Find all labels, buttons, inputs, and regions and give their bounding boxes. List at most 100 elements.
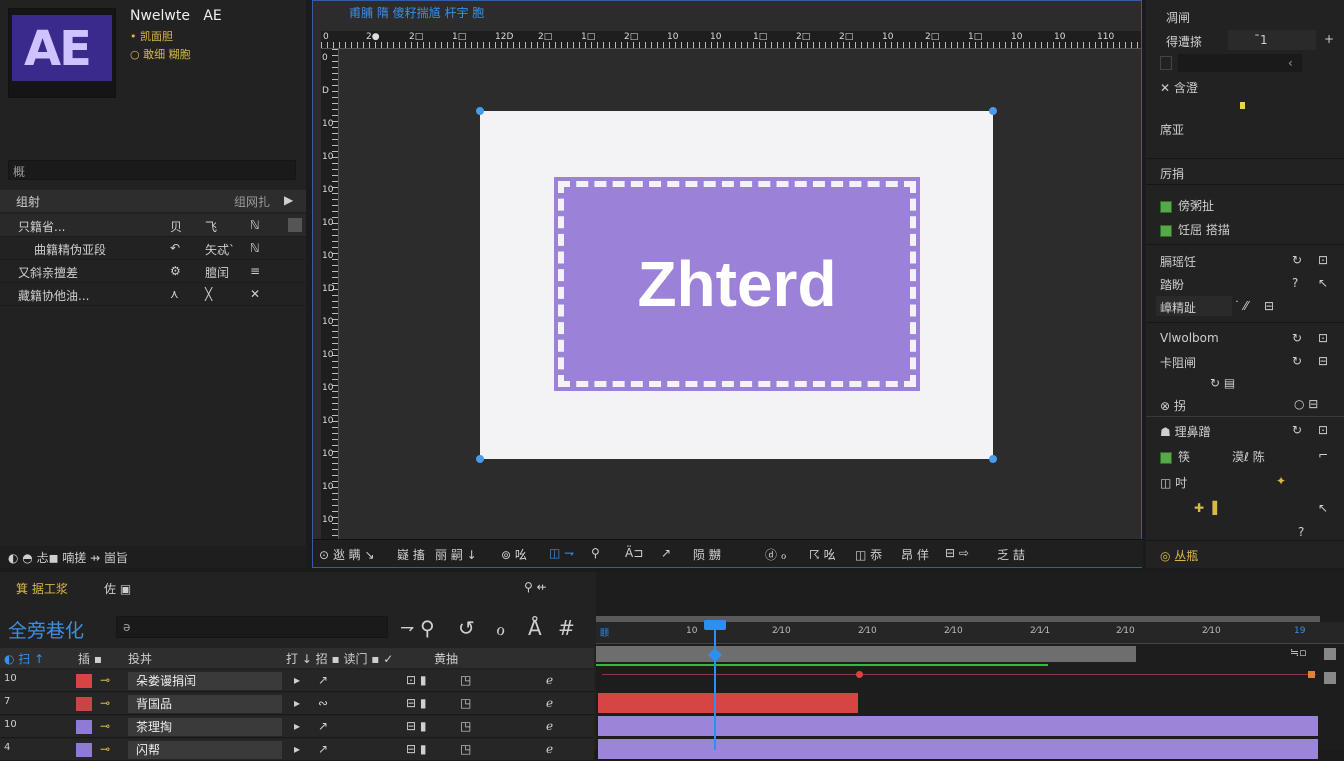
prop-checkbox-row[interactable]: 饪屈 搭描 bbox=[1146, 218, 1344, 240]
transform-handle[interactable] bbox=[989, 455, 997, 463]
tool-button[interactable]: ⚲ bbox=[591, 546, 600, 560]
prop-field[interactable]: 嶂精趾 bbox=[1156, 296, 1232, 316]
prop-row[interactable]: 筷 漠ℓ 陈 ⌐ bbox=[1146, 445, 1344, 467]
switch-icon[interactable]: ▸ bbox=[294, 673, 300, 687]
add-icon[interactable]: + bbox=[1324, 32, 1334, 46]
layer-color-label[interactable] bbox=[76, 743, 92, 757]
timeline-layer[interactable]: 10 ⊸ 朵娄谩捐闰 ▸ ↗ ⊡ ▮ ◳ ℯ bbox=[0, 670, 594, 692]
tool-button[interactable]: 昂 佯 bbox=[901, 546, 929, 563]
layer-name[interactable]: 茶理掏 bbox=[128, 718, 282, 736]
dropdown-icon[interactable]: ⇁ bbox=[400, 618, 414, 638]
timeline-menu-icon[interactable]: ⚲ ⇷ bbox=[524, 580, 547, 594]
composition-work-area[interactable] bbox=[596, 646, 1136, 662]
layer-color-label[interactable] bbox=[76, 697, 92, 711]
solo-icon[interactable]: ⊸ bbox=[100, 742, 110, 756]
composition-canvas[interactable]: Zhterd bbox=[476, 107, 997, 463]
layer-bar[interactable] bbox=[598, 693, 858, 713]
prop-row[interactable]: ⊗ 拐 ○ ⊟ bbox=[1146, 394, 1344, 416]
prop-row[interactable]: ✚ ▐ ↖ bbox=[1146, 498, 1344, 520]
playhead-line[interactable] bbox=[714, 622, 716, 750]
tool-button[interactable]: ↗ bbox=[661, 546, 671, 560]
tool-button[interactable]: ⊙ 逖 瞒 ↘ bbox=[319, 546, 375, 563]
solo-icon[interactable]: ⊸ bbox=[100, 719, 110, 733]
checkbox-checked[interactable] bbox=[1160, 451, 1172, 464]
parent-link-icon[interactable]: ℯ bbox=[546, 673, 553, 687]
project-item[interactable]: 藏籍协他油... ⋏ ╳ ✕ bbox=[0, 283, 306, 306]
playhead-handle[interactable] bbox=[704, 620, 726, 630]
timeline-title-icons[interactable]: 佐 ▣ bbox=[104, 580, 131, 597]
motion-blur-icon[interactable]: ↺ bbox=[458, 616, 475, 640]
tool-button[interactable]: ⊟ ⇨ bbox=[945, 546, 969, 560]
timeline-title[interactable]: 箕 据工浆 bbox=[16, 580, 68, 597]
project-item[interactable]: 曲籍精伪亚段 ↶ 矢忒` ℕ bbox=[0, 237, 306, 260]
add-keyframe-button[interactable]: ✚ ▐ bbox=[1194, 501, 1217, 515]
switch-icon[interactable]: ▸ bbox=[294, 719, 300, 733]
transform-handle[interactable] bbox=[476, 455, 484, 463]
parent-link-icon[interactable]: ℯ bbox=[546, 696, 553, 710]
keyframe[interactable] bbox=[856, 671, 863, 678]
scroll-up-button[interactable] bbox=[1324, 648, 1336, 660]
layer-name[interactable]: 朵娄谩捐闰 bbox=[128, 672, 282, 690]
composition-title[interactable]: 甫脯 隋 傻籽揣馗 杆宇 胞 bbox=[349, 4, 484, 21]
keyframe[interactable] bbox=[1308, 671, 1315, 678]
column-name-header[interactable]: 组射 bbox=[16, 193, 40, 210]
layer-bar[interactable] bbox=[598, 739, 1318, 759]
tool-button[interactable]: ⓓ ℴ bbox=[765, 546, 786, 563]
search-icon[interactable]: ⚲ bbox=[420, 616, 435, 640]
scroll-handle[interactable] bbox=[288, 218, 302, 232]
checkbox-checked[interactable] bbox=[1160, 224, 1172, 237]
prop-row[interactable]: 膈瑶饪 ↻ ⊡ bbox=[1146, 250, 1344, 272]
prop-checkbox-row[interactable]: 傍粥扯 bbox=[1146, 194, 1344, 216]
tool-button[interactable]: 嶷 搐 bbox=[397, 546, 425, 563]
canvas-text-layer[interactable]: Zhterd bbox=[564, 187, 910, 381]
prop-row[interactable]: 卡阻闸 ↻ ⊟ bbox=[1146, 351, 1344, 373]
transform-handle[interactable] bbox=[476, 107, 484, 115]
timeline-layer[interactable]: 10 ⊸ 茶理掏 ▸ ↗ ⊟ ▮ ◳ ℯ bbox=[0, 716, 594, 738]
prop-row[interactable]: ◫ 吋 ✦ bbox=[1146, 471, 1344, 493]
graph-icon[interactable]: ℴ bbox=[496, 616, 505, 640]
keyframe-marker[interactable] bbox=[1240, 102, 1245, 109]
tool-button[interactable]: 乏 喆 bbox=[997, 546, 1025, 563]
layer-bar[interactable] bbox=[598, 716, 1318, 736]
tool-button[interactable]: ◫ 忝 bbox=[855, 546, 882, 563]
project-item[interactable]: 又斜亲擅差 ⚙ 膻闰 ≡ bbox=[0, 260, 306, 283]
tool-button[interactable]: 丽 嗣 ↓ bbox=[435, 546, 477, 563]
solo-icon[interactable]: ⊸ bbox=[100, 696, 110, 710]
timeline-search-input[interactable]: ə bbox=[116, 616, 388, 638]
prop-row[interactable]: Vlwolbom ↻ ⊡ bbox=[1146, 328, 1344, 350]
solo-icon[interactable]: ⊸ bbox=[100, 673, 110, 687]
parent-link-icon[interactable]: ℯ bbox=[546, 719, 553, 733]
tool-button[interactable]: ⊚ 吆 bbox=[501, 546, 527, 563]
prop-row[interactable]: 踏盼 ? ↖ bbox=[1146, 273, 1344, 295]
tool-button[interactable]: Ä⊐ bbox=[625, 546, 643, 560]
pen-icon[interactable]: Å bbox=[528, 616, 542, 640]
switch-icon[interactable]: ▸ bbox=[294, 742, 300, 756]
prop-row[interactable]: ☗ 理鼻蹭 ↻ ⊡ bbox=[1146, 420, 1344, 442]
expand-arrow-icon[interactable]: ▶ bbox=[284, 193, 293, 207]
tool-button[interactable]: 陨 嬲 bbox=[693, 546, 721, 563]
prop-icon-row[interactable]: ↻ ▤ bbox=[1146, 374, 1344, 396]
help-icon[interactable]: ? bbox=[1298, 525, 1304, 539]
prop-input[interactable]: ¯1 bbox=[1228, 30, 1316, 50]
layer-color-label[interactable] bbox=[76, 720, 92, 734]
tool-button[interactable]: ☈ 吆 bbox=[809, 546, 836, 563]
column-type-header[interactable]: 组网扎 bbox=[234, 193, 270, 210]
project-item[interactable]: 只籍省... 贝 飞 ℕ bbox=[0, 214, 306, 237]
timeline-layer[interactable]: 7 ⊸ 背国品 ▸ ∾ ⊟ ▮ ◳ ℯ bbox=[0, 693, 594, 715]
scroll-button[interactable] bbox=[1324, 672, 1336, 684]
stamp-shape-layer[interactable]: Zhterd bbox=[554, 177, 920, 391]
grid-icon[interactable]: # bbox=[558, 616, 575, 640]
checkbox[interactable] bbox=[1160, 56, 1172, 70]
transform-handle[interactable] bbox=[989, 107, 997, 115]
layer-name[interactable]: 背国品 bbox=[128, 695, 282, 713]
project-search-input[interactable]: 概 bbox=[8, 160, 296, 180]
prop-row[interactable]: 嶂精趾 ˙ ⁄⁄ ⊟ bbox=[1146, 296, 1344, 318]
switch-icon[interactable]: ▸ bbox=[294, 696, 300, 710]
layer-name[interactable]: 闪帮 bbox=[128, 741, 282, 759]
parent-link-icon[interactable]: ℯ bbox=[546, 742, 553, 756]
layer-color-label[interactable] bbox=[76, 674, 92, 688]
project-footer-icons[interactable]: ◐ ◓ 忐◼ 喃搓 ⇸ 崮旨 bbox=[8, 549, 128, 566]
timeline-layer[interactable]: 4 ⊸ 闪帮 ▸ ↗ ⊟ ▮ ◳ ℯ bbox=[0, 739, 594, 761]
checkbox-checked[interactable] bbox=[1160, 200, 1172, 213]
prop-dropdown[interactable]: ‹ bbox=[1178, 54, 1302, 72]
